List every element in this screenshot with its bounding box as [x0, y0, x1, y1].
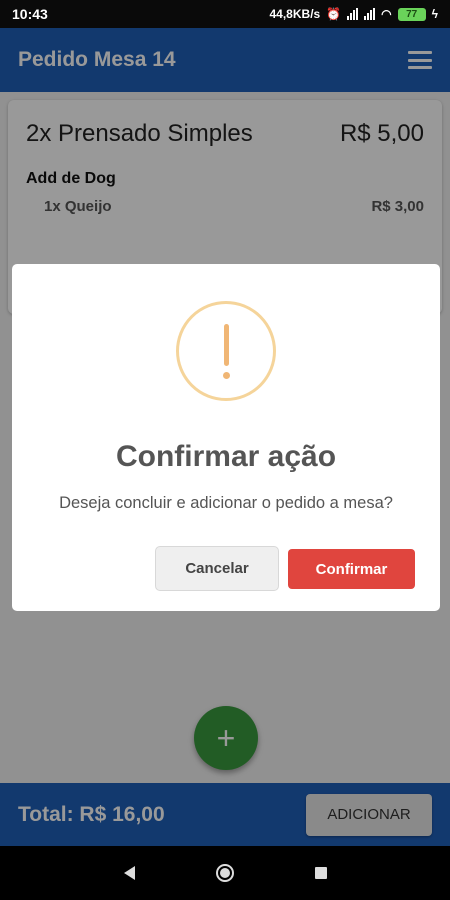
- confirm-button[interactable]: Confirmar: [288, 549, 415, 589]
- dialog-title: Confirmar ação: [115, 440, 337, 473]
- dialog-message: Deseja concluir e adicionar o pedido a m…: [59, 494, 393, 512]
- cancel-button[interactable]: Cancelar: [155, 546, 279, 591]
- signal-icon-2: [364, 8, 376, 20]
- nav-back-button[interactable]: [81, 846, 177, 900]
- nav-recents-button[interactable]: [273, 846, 369, 900]
- home-icon: [216, 864, 234, 882]
- nav-home-button[interactable]: [177, 846, 273, 900]
- system-nav-bar: [0, 846, 450, 900]
- status-time: 10:43: [12, 6, 48, 22]
- back-icon: [123, 866, 135, 880]
- signal-icon: [347, 8, 359, 20]
- confirm-dialog: Confirmar ação Deseja concluir e adicion…: [12, 264, 440, 611]
- status-bar: 10:43 44,8KB/s ⏰ ◠ 77 ϟ: [0, 0, 450, 28]
- network-speed: 44,8KB/s: [269, 7, 321, 21]
- recents-icon: [315, 867, 327, 879]
- alarm-icon: ⏰: [326, 7, 342, 21]
- charging-icon: ϟ: [431, 7, 438, 21]
- status-indicators: 44,8KB/s ⏰ ◠ 77 ϟ: [270, 7, 439, 21]
- wifi-icon: ◠: [381, 7, 392, 21]
- battery-icon: 77: [397, 7, 426, 21]
- warning-icon: [176, 301, 276, 401]
- app-screen: Pedido Mesa 14 2x Prensado Simples R$ 5,…: [0, 28, 450, 846]
